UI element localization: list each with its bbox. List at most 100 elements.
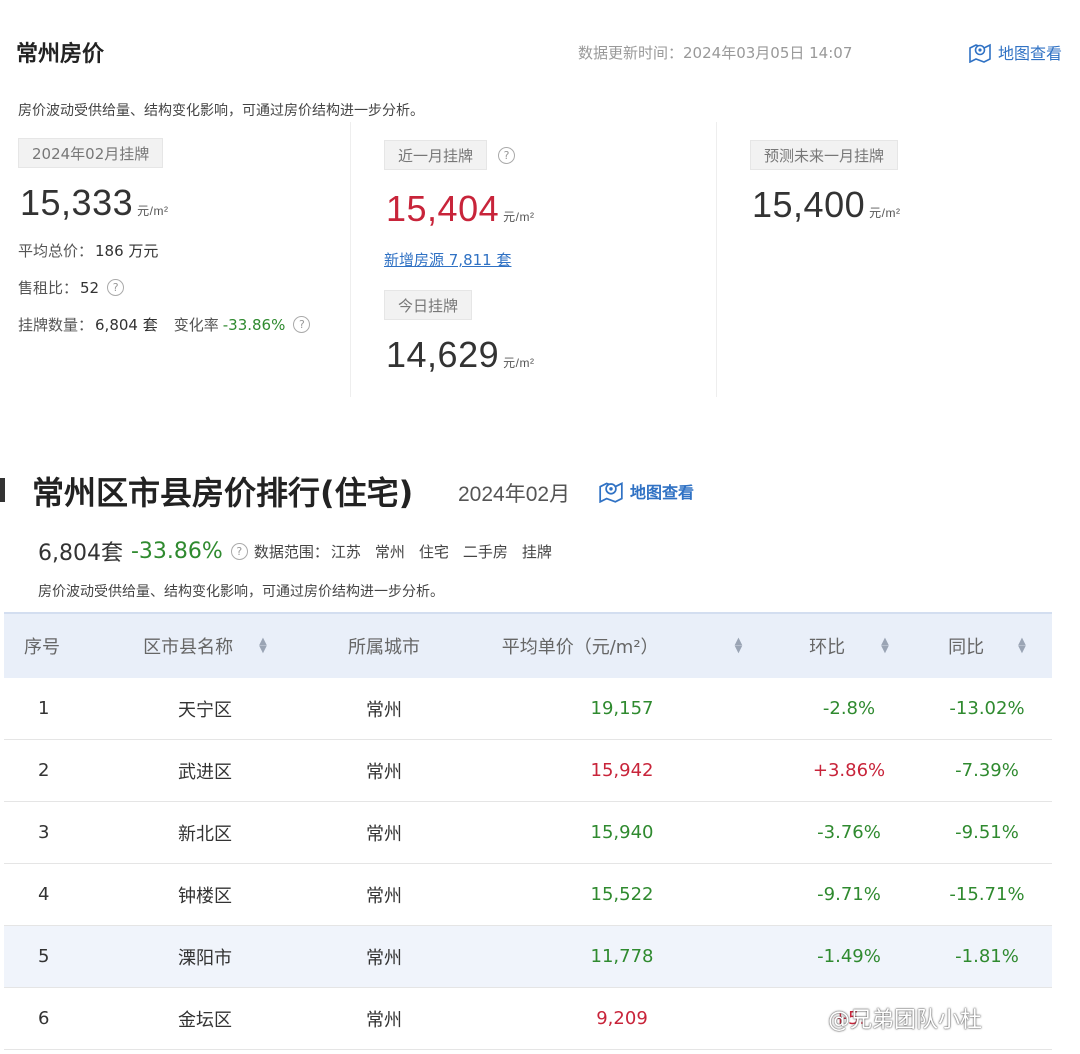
row-mom: -3.76% xyxy=(817,822,881,843)
listing-count-value: 6,804 套 xyxy=(95,316,158,334)
row-price: 9,209 xyxy=(596,1008,648,1029)
help-icon[interactable]: ? xyxy=(293,316,311,333)
change-rate-value: -33.86% xyxy=(222,315,286,334)
scope-item: 住宅 xyxy=(418,542,449,561)
today-listing-tag: 今日挂牌 xyxy=(384,290,473,320)
scope-item: 二手房 xyxy=(462,542,508,561)
month-listing-tag: 2024年02月挂牌 xyxy=(18,138,164,168)
avg-total-label: 平均总价： xyxy=(18,242,94,260)
ranking-summary: 6,804套 -33.86% ? 数据范围： 江苏 常州 住宅 二手房 挂牌 xyxy=(38,535,552,567)
row-city: 常州 xyxy=(366,1009,402,1031)
new-listings-link[interactable]: 新增房源 7,811 套 xyxy=(384,249,511,270)
row-no: 3 xyxy=(38,822,50,843)
row-yoy: -7.39% xyxy=(955,760,1019,781)
help-icon[interactable]: ? xyxy=(498,147,515,164)
recent-month-price: 15,404 元/m² xyxy=(386,188,534,230)
column-divider xyxy=(350,122,351,397)
map-pin-icon xyxy=(969,43,991,63)
recent-month-tag: 近一月挂牌 xyxy=(384,140,488,170)
listing-count-label: 挂牌数量： xyxy=(18,316,94,334)
forecast-tag: 预测未来一月挂牌 xyxy=(750,140,899,170)
row-yoy: -13.02% xyxy=(949,698,1025,719)
sort-icon[interactable]: ▲ ▼ xyxy=(881,637,889,655)
page-title: 常州房价 xyxy=(16,42,105,67)
row-mom: -2.8% xyxy=(822,698,876,719)
row-yoy: -1.81% xyxy=(955,946,1019,967)
page: 常州房价 数据更新时间：2024年03月05日 14:07 地图查看 房价波动受… xyxy=(0,0,1080,1054)
ranking-map-view-link[interactable]: 地图查看 xyxy=(598,479,694,503)
change-rate-label: 变化率 xyxy=(173,316,219,334)
table-row[interactable]: 4 钟楼区 常州 15,522 -9.71% -15.71% xyxy=(4,864,1052,926)
row-district: 溧阳市 xyxy=(178,947,232,969)
row-price: 15,522 xyxy=(590,884,654,905)
column-header-name[interactable]: 区市县名称 ▲ ▼ xyxy=(110,633,300,659)
map-view-label: 地图查看 xyxy=(630,483,695,502)
row-district: 新北区 xyxy=(178,823,232,845)
ranking-title: 常州区市县房价排行(住宅) xyxy=(32,474,414,512)
row-city: 常州 xyxy=(366,761,402,783)
row-mom: -1.49% xyxy=(817,946,881,967)
row-price: 19,157 xyxy=(590,698,654,719)
help-icon[interactable]: ? xyxy=(230,542,248,560)
sort-icon[interactable]: ▲ ▼ xyxy=(259,637,267,655)
row-price: 15,942 xyxy=(590,760,654,781)
scope-label: 数据范围： xyxy=(253,542,329,561)
column-header-label: 区市县名称 xyxy=(143,637,234,658)
row-mom: +3.86% xyxy=(812,760,886,781)
avg-total-value: 186 万元 xyxy=(95,242,159,260)
row-district: 钟楼区 xyxy=(178,885,232,907)
section-marker xyxy=(0,478,5,502)
table-row[interactable]: 2 武进区 常州 15,942 +3.86% -7.39% xyxy=(4,740,1052,802)
table-row[interactable]: 5 溧阳市 常州 11,778 -1.49% -1.81% xyxy=(4,926,1052,988)
row-district: 金坛区 xyxy=(178,1009,232,1031)
price-value: 15,404 xyxy=(386,188,500,229)
table-header: 序号 区市县名称 ▲ ▼ 所属城市 平均单价（元/m²） ▲ ▼ 环比 ▲ ▼ 同比 … xyxy=(4,612,1052,678)
sort-icon[interactable]: ▲ ▼ xyxy=(735,637,743,655)
forecast-price: 15,400 元/m² xyxy=(752,184,900,226)
ranking-change: -33.86% xyxy=(130,538,223,564)
table-row[interactable]: 3 新北区 常州 15,940 -3.76% -9.51% xyxy=(4,802,1052,864)
month-listing-price: 15,333 元/m² xyxy=(20,182,168,224)
ranking-description: 房价波动受供给量、结构变化影响，可通过房价结构进一步分析。 xyxy=(38,584,444,600)
table-row[interactable]: 1 天宁区 常州 19,157 -2.8% -13.02% xyxy=(4,678,1052,740)
column-header-city: 所属城市 xyxy=(348,637,420,658)
watermark: @兄弟团队小杜 xyxy=(828,1008,983,1033)
row-no: 2 xyxy=(38,760,50,781)
row-yoy: -15.71% xyxy=(949,884,1025,905)
row-price: 11,778 xyxy=(590,946,654,967)
update-time-label: 数据更新时间： xyxy=(578,44,684,62)
column-header-price[interactable]: 平均单价（元/m²） ▲ ▼ xyxy=(468,633,776,659)
row-district: 武进区 xyxy=(178,761,232,783)
column-divider xyxy=(716,122,717,397)
row-mom: -9.71% xyxy=(817,884,881,905)
price-value: 15,400 xyxy=(752,184,866,225)
row-city: 常州 xyxy=(366,947,402,969)
price-unit: 元/m² xyxy=(503,210,535,224)
row-district: 天宁区 xyxy=(178,699,232,721)
row-no: 4 xyxy=(38,884,50,905)
column-header-yoy[interactable]: 同比 ▲ ▼ xyxy=(922,633,1052,659)
map-view-link[interactable]: 地图查看 xyxy=(968,40,1062,64)
price-value: 15,333 xyxy=(20,182,134,223)
price-unit: 元/m² xyxy=(869,206,901,220)
help-icon[interactable]: ? xyxy=(107,279,125,296)
row-city: 常州 xyxy=(366,699,402,721)
column-header-label: 同比 xyxy=(948,637,985,658)
row-city: 常州 xyxy=(366,823,402,845)
rent-ratio: 售租比： 52 ? xyxy=(18,277,125,298)
avg-total-price: 平均总价： 186 万元 xyxy=(18,240,158,261)
column-header-label: 平均单价（元/m²） xyxy=(501,637,659,658)
scope-item: 挂牌 xyxy=(521,542,552,561)
rent-ratio-label: 售租比： xyxy=(18,279,79,297)
row-no: 5 xyxy=(38,946,50,967)
column-header-label: 环比 xyxy=(809,637,846,658)
price-unit: 元/m² xyxy=(503,356,535,370)
ranking-table: 序号 区市县名称 ▲ ▼ 所属城市 平均单价（元/m²） ▲ ▼ 环比 ▲ ▼ 同比 … xyxy=(4,612,1052,1050)
row-city: 常州 xyxy=(366,885,402,907)
sort-icon[interactable]: ▲ ▼ xyxy=(1018,637,1026,655)
column-header-no: 序号 xyxy=(24,637,60,658)
column-header-mom[interactable]: 环比 ▲ ▼ xyxy=(776,633,922,659)
update-time-value: 2024年03月05日 14:07 xyxy=(683,44,853,62)
row-yoy: -9.51% xyxy=(955,822,1019,843)
update-time: 数据更新时间：2024年03月05日 14:07 xyxy=(578,42,852,63)
